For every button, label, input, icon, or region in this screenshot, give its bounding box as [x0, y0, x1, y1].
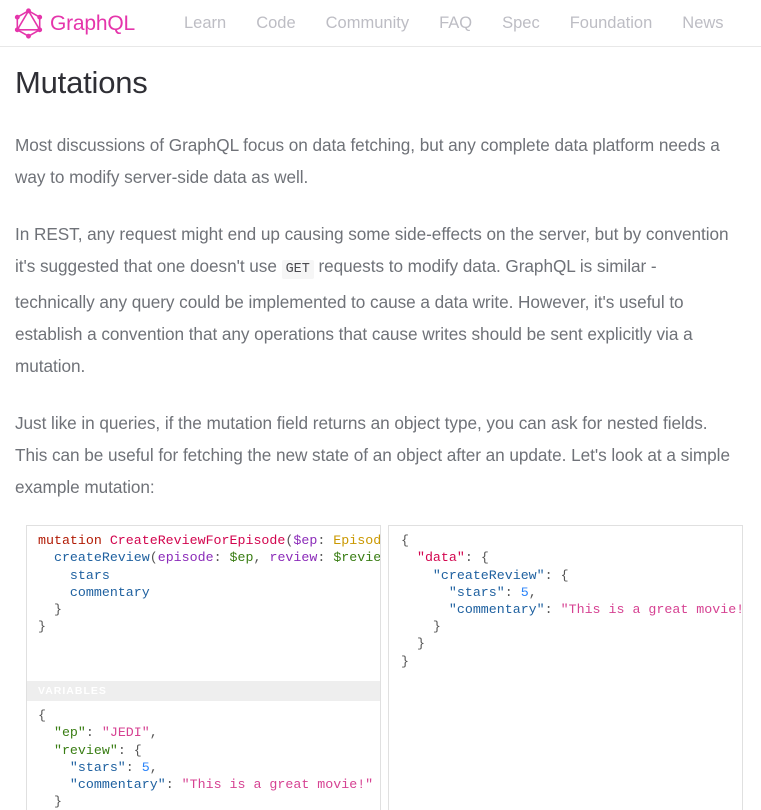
site-header: GraphQL Learn Code Community FAQ Spec Fo…: [0, 0, 761, 47]
article-content: Mutations Most discussions of GraphQL fo…: [0, 64, 761, 810]
vars-value-stars: 5: [141, 759, 150, 775]
graphiql-panel-divider[interactable]: [381, 525, 388, 810]
res-brace-close-1: }: [401, 619, 441, 635]
res-key-create-review: "createReview": [432, 567, 545, 583]
brand-name: GraphQL: [50, 11, 135, 35]
res-comma-1: ,: [528, 584, 537, 600]
brace-close-outer: }: [38, 619, 46, 635]
vars-colon-3: :: [125, 759, 142, 775]
arg-review: review: [269, 550, 318, 566]
vars-key-review: "review": [53, 742, 118, 758]
comma: ,: [253, 550, 270, 566]
graphiql-variables-editor[interactable]: { "ep": "JEDI", "review": { "stars": 5, …: [27, 701, 380, 810]
res-colon-3: :: [504, 584, 521, 600]
vars-colon-2: :: [117, 742, 134, 758]
vars-value-jedi: "JEDI": [101, 725, 150, 741]
vars-key-stars: "stars": [69, 759, 126, 775]
intro-paragraph: Most discussions of GraphQL focus on dat…: [15, 135, 720, 188]
vars-key-ep: "ep": [53, 725, 86, 741]
vars-comma-1: ,: [149, 725, 158, 741]
vars-colon-4: :: [165, 777, 182, 792]
field-create-review: createReview: [53, 550, 150, 566]
inline-code-get: GET: [281, 260, 314, 280]
line2-indent: [38, 550, 54, 565]
res-brace-open: {: [401, 533, 409, 549]
graphiql-result-viewer[interactable]: { "data": { "createReview": { "stars": 5…: [389, 526, 742, 810]
colon-3: :: [317, 550, 334, 566]
brace-close-inner: }: [38, 602, 62, 617]
graphiql-result-panel: { "data": { "createReview": { "stars": 5…: [388, 525, 743, 810]
variables-pane-header[interactable]: VARIABLES: [27, 681, 380, 702]
nav-item-news[interactable]: News: [667, 15, 738, 32]
res-key-data: "data": [416, 550, 465, 566]
graphiql-query-editor[interactable]: mutation CreateReviewForEpisode( $ep: Epi…: [27, 526, 380, 681]
res-brace-close-2: }: [401, 636, 425, 652]
variable-ep-decl: $ep: [293, 533, 318, 549]
res-key-stars: "stars": [448, 584, 505, 600]
colon: :: [317, 533, 334, 549]
res-value-commentary: "This is a great movie!": [560, 602, 742, 617]
query-code-block[interactable]: mutation CreateReviewForEpisode( $ep: Epi…: [27, 532, 380, 635]
vars-comma-2: ,: [149, 759, 158, 775]
variables-code-block[interactable]: { "ep": "JEDI", "review": { "stars": 5, …: [27, 707, 380, 810]
operation-name: CreateReviewForEpisode: [109, 533, 286, 549]
variable-ep-use: $ep: [229, 550, 254, 566]
nav-item-foundation[interactable]: Foundation: [555, 15, 668, 32]
query-space: [102, 533, 110, 548]
vars-colon-1: :: [85, 725, 102, 741]
vars-value-commentary: "This is a great movie!": [181, 777, 374, 792]
res-value-stars: 5: [520, 584, 529, 600]
brand-home-link[interactable]: GraphQL: [14, 7, 135, 39]
graphql-hexagon-logo-icon: [14, 7, 43, 39]
res-colon-2: :: [544, 567, 561, 583]
result-code-block: { "data": { "createReview": { "stars": 5…: [389, 532, 742, 670]
res-l3-indent: [401, 568, 433, 583]
res-key-commentary: "commentary": [448, 602, 545, 617]
nested-fields-paragraph: Just like in queries, if the mutation fi…: [15, 413, 730, 498]
graphiql-left-column: mutation CreateReviewForEpisode( $ep: Epi…: [26, 525, 381, 810]
vars-l3-indent: [38, 743, 54, 758]
res-l2-indent: [401, 550, 417, 565]
res-l4-indent: [401, 585, 449, 600]
res-l5-indent: [401, 602, 449, 617]
res-brace-create-review: {: [560, 567, 569, 583]
vars-l4-indent: [38, 760, 70, 775]
nav-item-learn[interactable]: Learn: [169, 15, 241, 32]
vars-brace-open: {: [38, 708, 46, 724]
vars-key-commentary: "commentary": [69, 777, 166, 792]
vars-brace-close-inner: }: [38, 794, 62, 810]
vars-l2-indent: [38, 725, 54, 740]
nav-item-faq[interactable]: FAQ: [424, 15, 487, 32]
field-commentary: commentary: [38, 584, 150, 600]
res-brace-data: {: [480, 550, 489, 566]
vars-l5-indent: [38, 777, 70, 792]
colon-2: :: [213, 550, 230, 566]
type-episode: Episode: [333, 533, 380, 549]
res-brace-close-3: }: [401, 653, 409, 669]
res-colon-1: :: [464, 550, 481, 566]
query-keyword: mutation: [38, 533, 102, 549]
res-colon-4: :: [544, 602, 561, 617]
variable-review-use: $review: [333, 550, 380, 566]
rest-convention-paragraph: In REST, any request might end up causin…: [15, 218, 737, 382]
field-stars: stars: [38, 567, 110, 583]
nav-item-code[interactable]: Code: [241, 15, 310, 32]
vars-brace-review: {: [133, 742, 142, 758]
paren-open-2: (: [149, 550, 158, 566]
main-navigation: Learn Code Community FAQ Spec Foundation…: [169, 15, 739, 32]
arg-episode: episode: [157, 550, 214, 566]
page-title: Mutations: [15, 65, 148, 100]
nav-item-community[interactable]: Community: [311, 15, 424, 32]
graphiql-example-widget[interactable]: mutation CreateReviewForEpisode( $ep: Epi…: [26, 525, 743, 810]
nav-item-spec[interactable]: Spec: [487, 15, 555, 32]
